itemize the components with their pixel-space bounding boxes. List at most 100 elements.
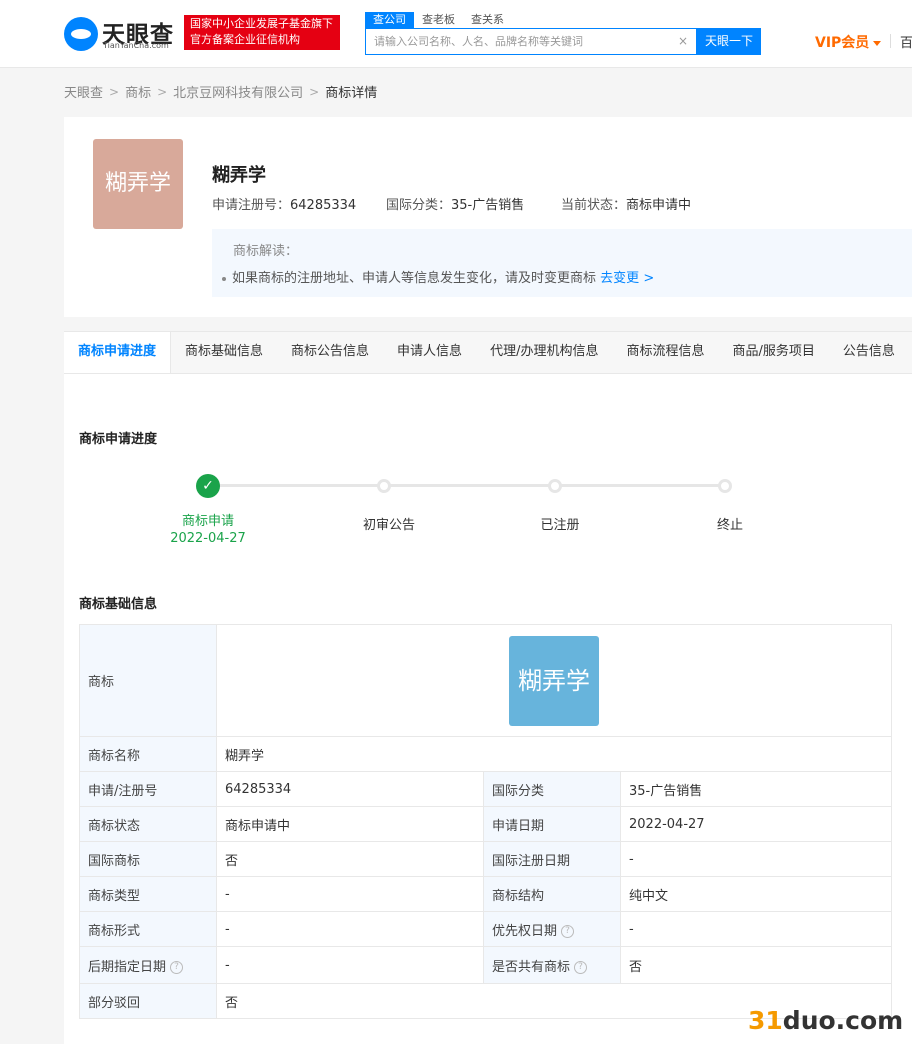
search-input[interactable] — [366, 29, 666, 54]
row-value: 商标申请中 — [216, 806, 484, 842]
reg-no-value: 64285334 — [290, 198, 357, 213]
trademark-interpretation: 商标解读： 如果商标的注册地址、申请人等信息发生变化，请及时变更商标 去变更 > — [212, 229, 912, 297]
breadcrumb-home[interactable]: 天眼查 — [64, 82, 103, 101]
breadcrumb: 天眼查 > 商标 > 北京豆网科技有限公司 > 商标详情 — [64, 82, 377, 102]
top-header: 天眼查 TianYanCha.com 国家中小企业发展子基金旗下 官方备案企业征… — [0, 0, 912, 68]
header-divider — [890, 34, 891, 48]
tab-applicant-info[interactable]: 申请人信息 — [383, 332, 476, 373]
breadcrumb-trademark[interactable]: 商标 — [125, 82, 151, 101]
meta-status: 当前状态：商标申请中 — [561, 194, 691, 213]
row-value: - — [216, 911, 484, 947]
badge-line2: 官方备案企业征信机构 — [190, 33, 300, 46]
row-label: 商标状态 — [79, 806, 217, 842]
step-dot-icon — [718, 479, 732, 493]
trademark-name: 糊弄学 — [212, 165, 266, 186]
watermark-number: 31 — [748, 1006, 783, 1035]
search-tabs: 查公司 查老板 查关系 — [365, 12, 512, 28]
table-row: 商标形式 - 优先权日期? - — [79, 911, 892, 947]
search-tab-company[interactable]: 查公司 — [365, 12, 414, 28]
step-label-preliminary: 初审公告 — [362, 518, 415, 533]
later-designation-label-cell: 后期指定日期? — [79, 946, 217, 984]
step-label-terminated: 终止 — [716, 518, 743, 533]
change-link[interactable]: 去变更 > — [600, 271, 654, 286]
row-value: - — [620, 841, 892, 877]
class-label: 国际分类： — [386, 198, 452, 213]
row-value: 否 — [216, 841, 484, 877]
priority-date-label-cell: 优先权日期? — [483, 911, 621, 947]
tab-goods-services[interactable]: 商品/服务项目 — [718, 332, 828, 373]
row-label: 申请日期 — [483, 806, 621, 842]
table-row: 国际商标 否 国际注册日期 - — [79, 841, 892, 877]
logo-subtext: TianYanCha.com — [103, 41, 169, 50]
header-more-link[interactable]: 百 — [900, 32, 912, 51]
class-value: 35-广告销售 — [451, 198, 525, 213]
table-row: 申请/注册号 64285334 国际分类 35-广告销售 — [79, 771, 892, 807]
search-tab-boss[interactable]: 查老板 — [414, 12, 463, 28]
help-icon[interactable]: ? — [561, 924, 575, 938]
row-label: 是否共有商标 — [492, 959, 571, 975]
progress-section-title: 商标申请进度 — [79, 432, 158, 447]
logo-value-cell: 糊弄学 — [216, 624, 892, 737]
tab-agency-info[interactable]: 代理/办理机构信息 — [476, 332, 612, 373]
site-watermark: 31duo.com — [748, 1006, 903, 1035]
row-label: 申请/注册号 — [79, 771, 217, 807]
table-row: 商标名称 糊弄学 — [79, 736, 892, 772]
row-label: 国际注册日期 — [483, 841, 621, 877]
row-value: - — [620, 911, 892, 947]
meta-reg-no: 申请注册号：64285334 — [212, 194, 356, 213]
step-label-applied: 商标申请 — [181, 514, 234, 529]
row-label: 后期指定日期 — [88, 959, 167, 975]
tab-application-progress[interactable]: 商标申请进度 — [64, 332, 172, 373]
row-value: - — [216, 946, 484, 984]
search-box: × — [365, 28, 697, 55]
row-label: 国际分类 — [483, 771, 621, 807]
row-label: 商标形式 — [79, 911, 217, 947]
tab-basic-info[interactable]: 商标基础信息 — [171, 332, 277, 373]
watermark-text: duo.com — [782, 1006, 904, 1035]
vip-menu[interactable]: VIP会员 — [815, 32, 882, 52]
step-dot-icon — [377, 479, 391, 493]
step-label-registered: 已注册 — [540, 518, 580, 533]
chevron-right-icon: > — [157, 84, 168, 99]
clear-icon[interactable]: × — [678, 34, 688, 48]
name-value-cell: 糊弄学 — [216, 736, 892, 772]
bullet-icon — [222, 276, 226, 281]
vip-label: VIP会员 — [815, 35, 870, 51]
breadcrumb-company[interactable]: 北京豆网科技有限公司 — [173, 82, 303, 101]
table-row: 后期指定日期? - 是否共有商标? 否 — [79, 946, 892, 984]
help-icon[interactable]: ? — [574, 960, 588, 974]
help-icon[interactable]: ? — [170, 960, 184, 974]
tianyancha-logo[interactable]: 天眼查 TianYanCha.com — [64, 15, 179, 53]
tab-notice-info[interactable]: 公告信息 — [829, 332, 909, 373]
change-link-label: 去变更 — [600, 271, 640, 286]
trademark-logo-image-large: 糊弄学 — [509, 635, 599, 726]
name-label-cell: 商标名称 — [79, 736, 217, 772]
row-value: 2022-04-27 — [620, 806, 892, 842]
row-label: 商标类型 — [79, 876, 217, 912]
row-label: 优先权日期 — [492, 923, 558, 939]
row-value: 64285334 — [216, 771, 484, 807]
status-label: 当前状态： — [561, 198, 627, 213]
interpretation-title: 商标解读： — [233, 244, 299, 259]
trademark-logo-image: 糊弄学 — [93, 139, 183, 229]
row-label: 商标结构 — [483, 876, 621, 912]
step-dot-icon — [548, 479, 562, 493]
chevron-right-icon: > — [643, 271, 655, 286]
row-label: 国际商标 — [79, 841, 217, 877]
basic-info-section-title: 商标基础信息 — [79, 597, 158, 612]
badge-line1: 国家中小企业发展子基金旗下 — [190, 17, 333, 30]
meta-class: 国际分类：35-广告销售 — [386, 194, 524, 213]
tab-announcement-info[interactable]: 商标公告信息 — [277, 332, 383, 373]
official-badge: 国家中小企业发展子基金旗下 官方备案企业征信机构 — [184, 15, 340, 50]
table-row: 商标状态 商标申请中 申请日期 2022-04-27 — [79, 806, 892, 842]
row-value: - — [216, 876, 484, 912]
search-button[interactable]: 天眼一下 — [697, 28, 761, 55]
row-label: 部分驳回 — [79, 983, 217, 1019]
chevron-right-icon: > — [309, 84, 320, 99]
main-content: 商标申请进度 ✓ 商标申请 2022-04-27 初审公告 已注册 终止 商标基… — [64, 374, 912, 1044]
logo-label-cell: 商标 — [79, 624, 217, 737]
tab-process-info[interactable]: 商标流程信息 — [612, 332, 718, 373]
search-tab-relation[interactable]: 查关系 — [463, 12, 512, 28]
row-value: 否 — [620, 946, 892, 984]
reg-no-label: 申请注册号： — [212, 198, 291, 213]
